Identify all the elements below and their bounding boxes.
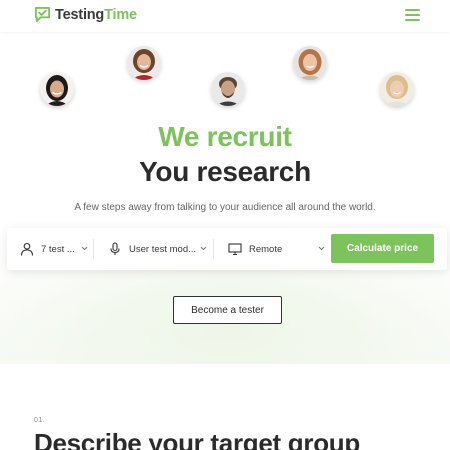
section-title: Describe your target group — [34, 428, 360, 450]
avatar — [127, 46, 161, 80]
chevron-down-icon — [318, 246, 325, 251]
microphone-icon — [110, 242, 120, 255]
tester-count-label: 7 test ... — [41, 243, 75, 255]
logo-text-primary: Testing — [55, 6, 105, 23]
person-icon — [20, 242, 34, 256]
field-divider — [93, 239, 94, 259]
chevron-down-icon — [81, 246, 88, 251]
tester-count-dropdown[interactable]: 7 test ... — [20, 228, 95, 270]
hamburger-menu-icon[interactable] — [405, 9, 420, 21]
avatar — [40, 72, 74, 106]
headline-primary: We recruit — [158, 121, 292, 152]
headline-secondary: You research — [139, 156, 311, 187]
field-divider — [213, 239, 214, 259]
avatar — [211, 72, 245, 106]
site-header: TestingTime — [0, 0, 450, 32]
become-tester-button[interactable]: Become a tester — [173, 296, 282, 324]
page: TestingTime We recruit You research A fe… — [0, 0, 450, 450]
logo-check-icon — [34, 6, 51, 23]
step-number: 01. — [34, 417, 46, 424]
logo[interactable]: TestingTime — [34, 6, 137, 23]
location-dropdown[interactable]: Remote — [228, 228, 328, 270]
monitor-icon — [228, 243, 242, 256]
test-mode-label: User test mod... — [129, 243, 197, 255]
logo-text-accent: Time — [104, 6, 137, 23]
avatar — [293, 46, 327, 80]
hero-subtitle: A few steps away from talking to your au… — [74, 202, 376, 213]
calculate-price-button[interactable]: Calculate price — [331, 234, 434, 263]
avatar — [380, 72, 414, 106]
chevron-down-icon — [200, 246, 207, 251]
logo-text: TestingTime — [55, 7, 137, 23]
test-mode-dropdown[interactable]: User test mod... — [108, 228, 214, 270]
location-label: Remote — [249, 243, 283, 255]
price-calculator-bar: 7 test ... User test mod... Remote Calcu… — [7, 228, 447, 270]
